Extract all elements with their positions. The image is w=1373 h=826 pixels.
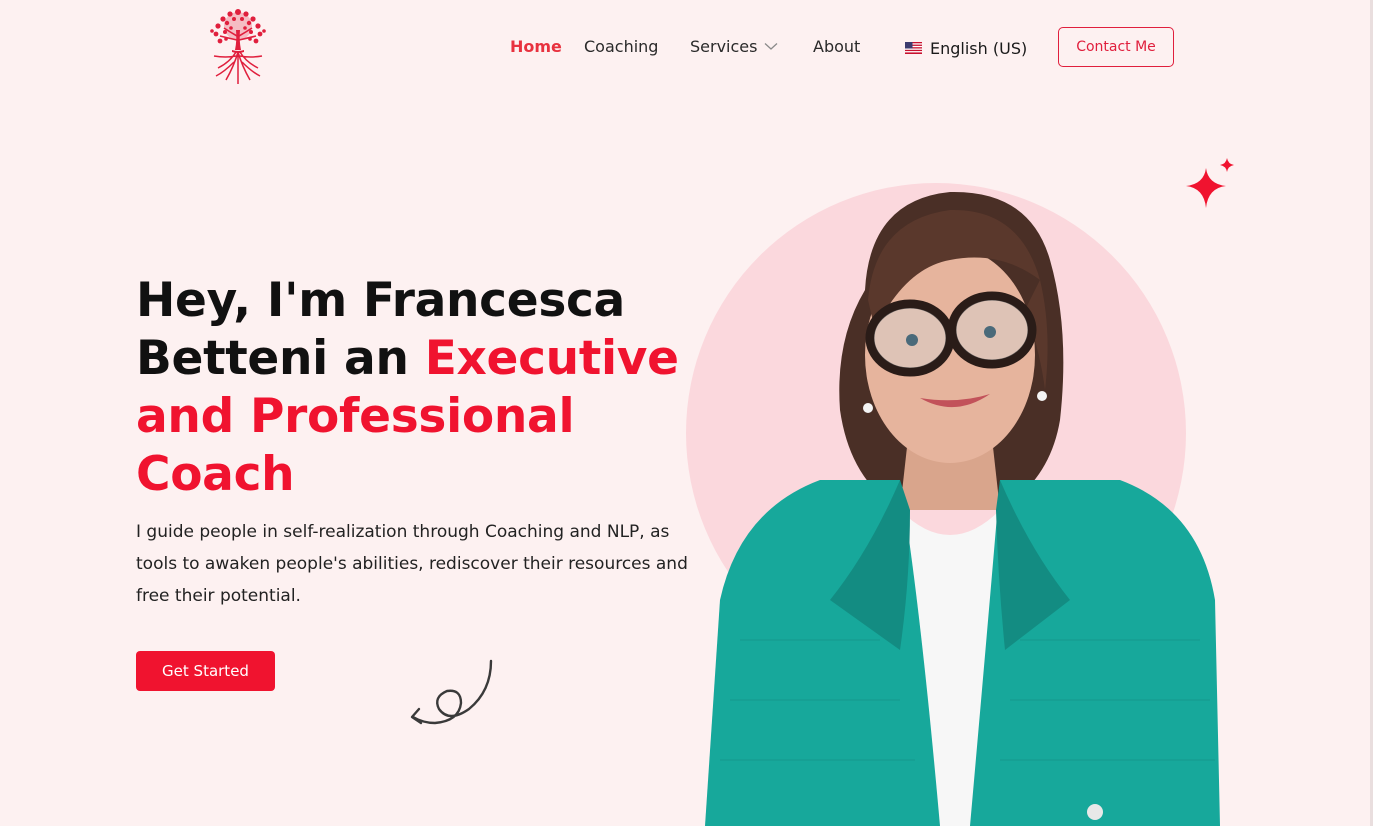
us-flag-icon [905, 42, 922, 54]
nav-coaching-link[interactable]: Coaching [584, 37, 658, 59]
contact-me-button[interactable]: Contact Me [1058, 27, 1174, 67]
coach-portrait-image [705, 191, 1220, 826]
language-selector[interactable]: English (US) [905, 37, 1027, 59]
curly-arrow-icon [410, 659, 493, 725]
language-label: English (US) [930, 38, 1028, 58]
tree-logo-icon[interactable] [196, 6, 280, 88]
hero-description: I guide people in self-realization throu… [136, 522, 688, 606]
nav-home-link[interactable]: Home [510, 37, 562, 59]
sparkle-icon [1186, 158, 1234, 208]
nav-services-link[interactable]: Services [690, 37, 757, 59]
nav-about-link[interactable]: About [813, 37, 860, 59]
hero-headline: Hey, I'm Francesca Betteni an Executive … [136, 272, 696, 504]
chevron-down-icon[interactable] [764, 42, 778, 51]
get-started-button[interactable]: Get Started [136, 651, 275, 691]
